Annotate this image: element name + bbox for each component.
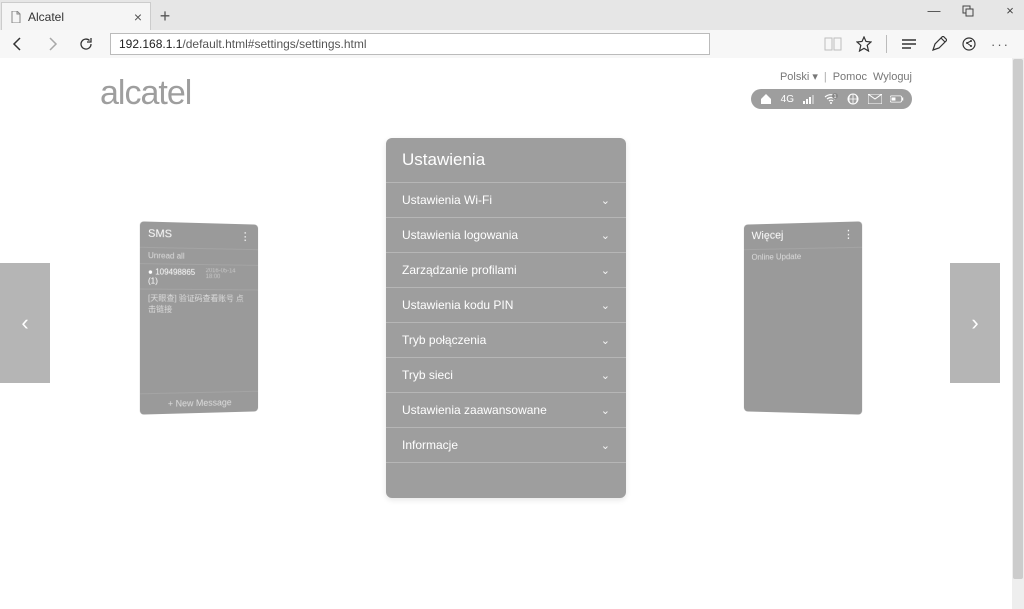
url-path: /default.html#settings/settings.html	[182, 37, 366, 51]
settings-item-login[interactable]: Ustawienia logowania⌄	[386, 217, 626, 252]
sms-card[interactable]: SMS ⋮ Unread all ● 109498865 (1)2016-05-1…	[140, 221, 258, 414]
scrollbar[interactable]	[1012, 58, 1024, 609]
home-icon[interactable]	[759, 92, 773, 106]
svg-text:1: 1	[834, 94, 837, 100]
page-content: alcatel Polski ▾ | Pomoc Wyloguj 4G 1	[0, 58, 1012, 609]
globe-icon[interactable]	[846, 92, 860, 106]
logout-link[interactable]: Wyloguj	[873, 71, 912, 83]
wifi-icon[interactable]: 1	[824, 92, 838, 106]
brand-logo: alcatel	[100, 74, 191, 113]
notes-icon[interactable]	[931, 36, 947, 52]
new-tab-button[interactable]: +	[151, 2, 179, 30]
toolbar-divider	[886, 35, 887, 53]
card-title: SMS	[148, 228, 172, 242]
chevron-down-icon: ⌄	[601, 404, 610, 417]
settings-item-advanced[interactable]: Ustawienia zaawansowane⌄	[386, 392, 626, 427]
carousel-next-button[interactable]: ›	[950, 263, 1000, 383]
chevron-down-icon: ⌄	[601, 229, 610, 242]
settings-item-wifi[interactable]: Ustawienia Wi-Fi⌄	[386, 182, 626, 217]
forward-button[interactable]	[42, 34, 62, 54]
settings-item-network-mode[interactable]: Tryb sieci⌄	[386, 357, 626, 392]
battery-icon	[890, 92, 904, 106]
mail-icon[interactable]	[868, 92, 882, 106]
chevron-down-icon: ⌄	[601, 439, 610, 452]
hub-icon[interactable]	[901, 37, 917, 51]
status-bar: 4G 1	[751, 89, 912, 109]
address-bar[interactable]: 192.168.1.1/default.html#settings/settin…	[110, 33, 710, 55]
page-icon	[10, 11, 22, 23]
chevron-down-icon: ⌄	[601, 369, 610, 382]
help-link[interactable]: Pomoc	[833, 71, 867, 83]
reading-view-icon[interactable]	[824, 37, 842, 51]
window-close-icon[interactable]: ×	[1000, 3, 1020, 18]
separator: |	[824, 71, 827, 83]
browser-tab[interactable]: Alcatel ×	[1, 2, 151, 30]
card-title: Więcej	[752, 229, 784, 243]
url-host: 192.168.1.1	[119, 37, 182, 51]
settings-card: Ustawienia Ustawienia Wi-Fi⌄ Ustawienia …	[386, 138, 626, 498]
carousel-prev-button[interactable]: ‹	[0, 263, 50, 383]
sms-row[interactable]: ● 109498865 (1)2016-05-14 18:00	[140, 263, 258, 289]
language-selector[interactable]: Polski ▾	[780, 70, 818, 83]
window-maximize-icon[interactable]	[962, 5, 982, 17]
settings-item-connection-mode[interactable]: Tryb połączenia⌄	[386, 322, 626, 357]
card-row[interactable]: Online Update	[744, 247, 862, 265]
settings-title: Ustawienia	[386, 138, 626, 182]
sms-preview: [天眼查] 验证码查看账号 点击链接	[140, 288, 258, 318]
refresh-button[interactable]	[76, 34, 96, 54]
chevron-down-icon: ⌄	[601, 334, 610, 347]
close-tab-icon[interactable]: ×	[134, 9, 142, 25]
chevron-down-icon: ⌄	[601, 194, 610, 207]
card-subheader: Unread all	[140, 247, 258, 265]
window-minimize-icon[interactable]: —	[924, 3, 944, 18]
more-card[interactable]: Więcej ⋮ Online Update	[744, 221, 862, 414]
back-button[interactable]	[8, 34, 28, 54]
share-icon[interactable]	[961, 36, 977, 52]
favorite-icon[interactable]	[856, 36, 872, 52]
card-menu-icon[interactable]: ⋮	[843, 228, 854, 241]
chevron-down-icon: ⌄	[601, 264, 610, 277]
card-footer-pad	[386, 462, 626, 498]
settings-item-pin[interactable]: Ustawienia kodu PIN⌄	[386, 287, 626, 322]
settings-item-profiles[interactable]: Zarządzanie profilami⌄	[386, 252, 626, 287]
browser-chrome: Alcatel × + — × 192.168.1.1/default.html…	[0, 0, 1024, 58]
signal-icon	[802, 92, 816, 106]
card-menu-icon[interactable]: ⋮	[240, 230, 251, 243]
scrollbar-thumb[interactable]	[1013, 59, 1023, 579]
chevron-down-icon: ⌄	[601, 299, 610, 312]
tab-title: Alcatel	[28, 10, 64, 24]
network-label: 4G	[781, 94, 794, 105]
new-message-button[interactable]: + New Message	[140, 391, 258, 415]
more-icon[interactable]: ···	[991, 37, 1010, 52]
settings-item-info[interactable]: Informacje⌄	[386, 427, 626, 462]
